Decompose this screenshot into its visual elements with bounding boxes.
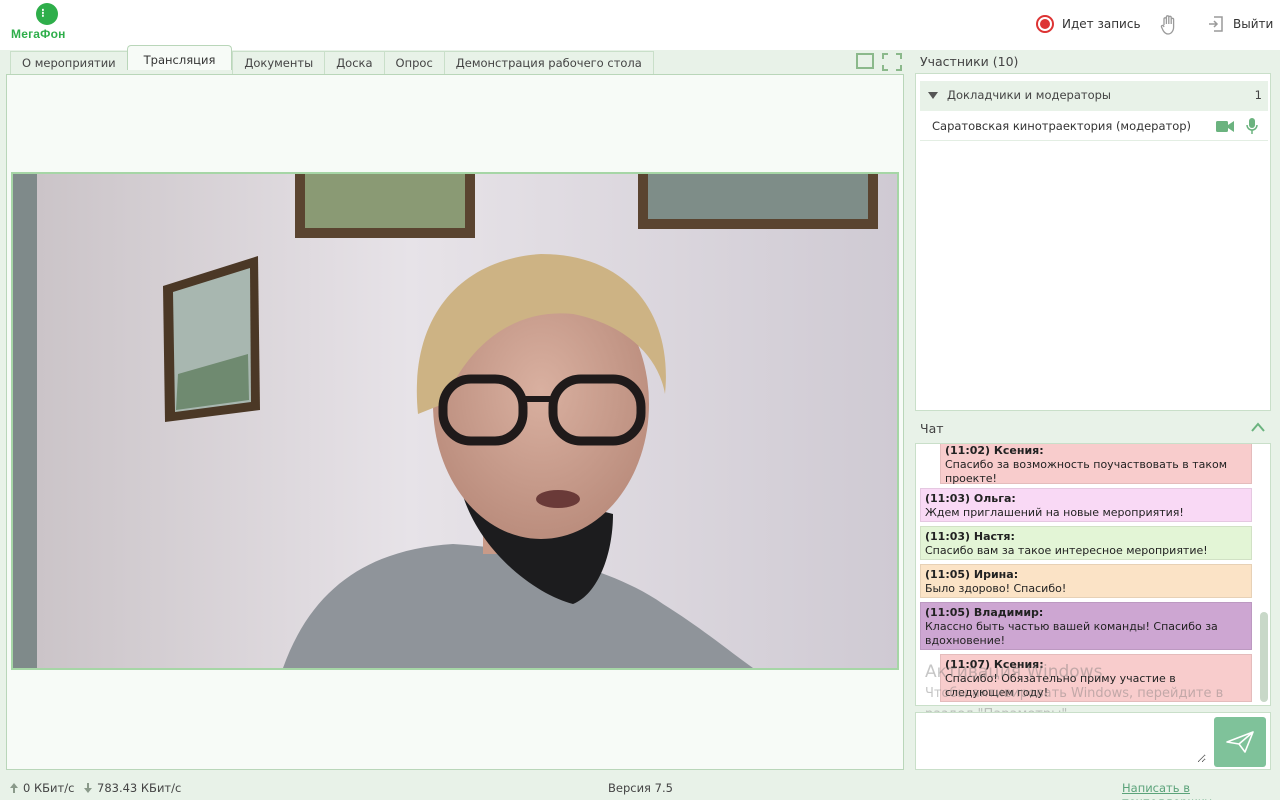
message-author: (11:02) Ксения: <box>945 444 1044 457</box>
chat-message: (11:03) Настя: Спасибо вам за такое инте… <box>920 526 1252 560</box>
tab-about[interactable]: О мероприятии <box>10 51 127 74</box>
message-text: Классно быть частью вашей команды! Спаси… <box>925 620 1218 647</box>
arrow-up-icon <box>10 783 18 793</box>
exit-icon <box>1209 16 1223 32</box>
header: ⁝ МегаФон Идет запись Выйти <box>0 0 1280 50</box>
chat-message: (11:05) Ирина: Было здорово! Спасибо! <box>920 564 1252 598</box>
logo-mark-icon: ⁝ <box>36 3 58 25</box>
participants-title: Участники (10) <box>920 54 1019 69</box>
send-button[interactable] <box>1214 717 1266 767</box>
video-stream[interactable] <box>11 172 899 670</box>
recording-indicator: Идет запись <box>1036 15 1141 33</box>
logo-glyph: ⁝ <box>41 6 45 20</box>
tab-bar: О мероприятии Трансляция Документы Доска… <box>10 45 654 74</box>
fullscreen-icon[interactable] <box>882 53 902 71</box>
video-frame-illustration <box>13 174 897 668</box>
status-bar: 0 КБит/с 783.43 КБит/с Версия 7.5 Написа… <box>0 777 1280 800</box>
chat-input[interactable] <box>922 719 1206 763</box>
message-text: Спасибо вам за такое интересное мероприя… <box>925 544 1208 557</box>
paper-plane-icon <box>1226 731 1254 753</box>
chat-input-panel <box>915 712 1271 770</box>
speakers-group-header[interactable]: Докладчики и модераторы 1 <box>920 81 1268 111</box>
download-value: 783.43 КБит/с <box>97 781 182 795</box>
group-label: Докладчики и модераторы <box>947 88 1111 102</box>
chat-messages[interactable]: (11:02) Ксения: Спасибо за возможность п… <box>915 443 1271 706</box>
tab-board[interactable]: Доска <box>324 51 384 74</box>
version-label: Версия 7.5 <box>608 781 673 795</box>
message-text: Ждем приглашений на новые мероприятия! <box>925 506 1184 519</box>
message-author: (11:07) Ксения: <box>945 658 1044 671</box>
participants-panel: Докладчики и модераторы 1 Саратовская ки… <box>915 73 1271 411</box>
recording-label: Идет запись <box>1062 17 1141 31</box>
participant-row[interactable]: Саратовская кинотраектория (модератор) <box>920 112 1268 141</box>
broadcast-panel <box>6 74 904 770</box>
message-author: (11:03) Ольга: <box>925 492 1016 505</box>
tab-broadcast[interactable]: Трансляция <box>126 45 233 70</box>
logo-text: МегаФон <box>11 27 66 41</box>
message-text: Было здорово! Спасибо! <box>925 582 1067 595</box>
chat-message: (11:07) Ксения: Спасибо! Обязательно при… <box>940 654 1252 702</box>
message-author: (11:05) Ирина: <box>925 568 1019 581</box>
chat-message: (11:05) Владимир: Классно быть частью ва… <box>920 602 1252 650</box>
participant-name: Саратовская кинотраектория (модератор) <box>932 119 1192 133</box>
tab-poll[interactable]: Опрос <box>383 51 444 74</box>
arrow-down-icon <box>84 783 92 793</box>
record-icon <box>1036 15 1054 33</box>
exit-button[interactable]: Выйти <box>1207 15 1273 33</box>
tab-screen-share[interactable]: Демонстрация рабочего стола <box>443 51 654 74</box>
message-text: Спасибо! Обязательно приму участие в сле… <box>945 672 1176 699</box>
message-text: Спасибо за возможность поучаствовать в т… <box>945 458 1228 485</box>
chat-message: (11:02) Ксения: Спасибо за возможность п… <box>940 444 1252 485</box>
upload-value: 0 КБит/с <box>23 781 75 795</box>
megafon-logo: ⁝ МегаФон <box>10 3 84 45</box>
group-count: 1 <box>1254 88 1262 102</box>
message-author: (11:05) Владимир: <box>925 606 1044 619</box>
chat-title: Чат <box>920 421 944 436</box>
view-controls <box>856 53 902 71</box>
download-speed: 783.43 КБит/с <box>84 781 181 795</box>
exit-label: Выйти <box>1233 17 1274 31</box>
support-link[interactable]: Написать в техподдержку <box>1122 781 1280 800</box>
message-author: (11:03) Настя: <box>925 530 1015 543</box>
microphone-icon <box>1246 118 1258 134</box>
upload-speed: 0 КБит/с <box>10 781 74 795</box>
collapse-arrow-icon <box>928 92 938 99</box>
chat-message: (11:03) Ольга: Ждем приглашений на новые… <box>920 488 1252 522</box>
raise-hand-icon[interactable] <box>1160 14 1178 36</box>
chat-scrollbar[interactable] <box>1260 612 1268 702</box>
window-mode-icon[interactable] <box>856 53 874 69</box>
tab-documents[interactable]: Документы <box>232 51 325 74</box>
chevron-up-icon[interactable] <box>1250 421 1266 433</box>
camera-icon <box>1216 121 1234 132</box>
